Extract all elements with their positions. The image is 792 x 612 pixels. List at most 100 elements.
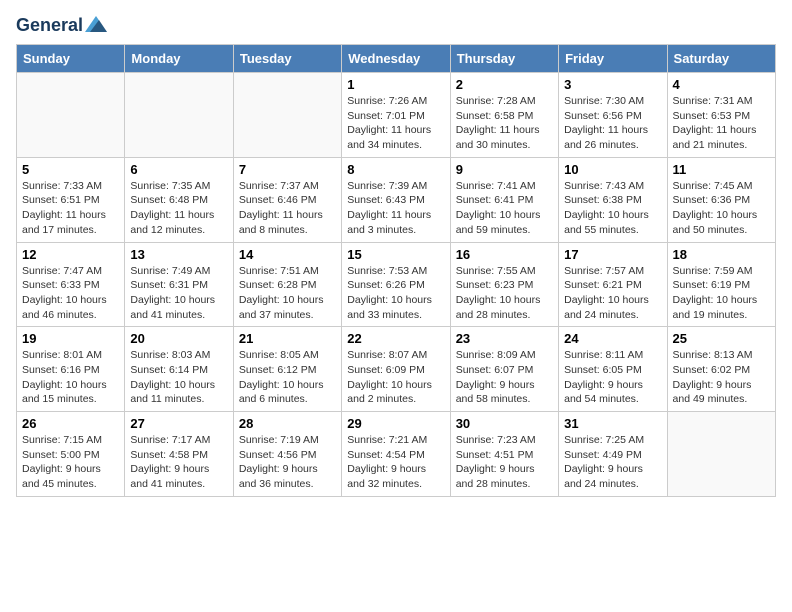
cell-line: Sunset: 4:51 PM	[456, 448, 553, 463]
header-wednesday: Wednesday	[342, 45, 450, 73]
cell-line: Daylight: 10 hours	[130, 378, 227, 393]
calendar-cell: 16Sunrise: 7:55 AMSunset: 6:23 PMDayligh…	[450, 242, 558, 327]
header-monday: Monday	[125, 45, 233, 73]
cell-line: and 46 minutes.	[22, 308, 119, 323]
cell-line: and 26 minutes.	[564, 138, 661, 153]
cell-line: Sunrise: 7:15 AM	[22, 433, 119, 448]
cell-line: Sunrise: 7:43 AM	[564, 179, 661, 194]
cell-content: Sunrise: 8:01 AMSunset: 6:16 PMDaylight:…	[22, 348, 119, 407]
cell-line: Daylight: 9 hours	[564, 378, 661, 393]
cell-line: and 12 minutes.	[130, 223, 227, 238]
day-number: 30	[456, 416, 553, 431]
cell-line: Sunset: 6:02 PM	[673, 363, 770, 378]
cell-line: Sunset: 6:26 PM	[347, 278, 444, 293]
cell-line: Sunset: 6:48 PM	[130, 193, 227, 208]
calendar-cell: 31Sunrise: 7:25 AMSunset: 4:49 PMDayligh…	[559, 412, 667, 497]
logo: General	[16, 16, 107, 36]
cell-content: Sunrise: 7:57 AMSunset: 6:21 PMDaylight:…	[564, 264, 661, 323]
calendar-cell: 12 Sunrise: 7:47 AMSunset: 6:33 PMDayligh…	[17, 242, 125, 327]
day-number: 22	[347, 331, 444, 346]
calendar-cell: 1Sunrise: 7:26 AMSunset: 7:01 PMDaylight…	[342, 73, 450, 158]
cell-line: Daylight: 9 hours	[456, 378, 553, 393]
cell-line: Daylight: 9 hours	[130, 462, 227, 477]
day-number: 5	[22, 162, 119, 177]
cell-content: Sunrise: 7:30 AMSunset: 6:56 PMDaylight:…	[564, 94, 661, 153]
cell-line: Sunset: 6:14 PM	[130, 363, 227, 378]
day-number: 1	[347, 77, 444, 92]
calendar-cell: 19Sunrise: 8:01 AMSunset: 6:16 PMDayligh…	[17, 327, 125, 412]
cell-content: Sunrise: 7:41 AMSunset: 6:41 PMDaylight:…	[456, 179, 553, 238]
cell-line: Sunset: 6:28 PM	[239, 278, 336, 293]
cell-line: Sunrise: 7:25 AM	[564, 433, 661, 448]
calendar-cell	[17, 73, 125, 158]
cell-line: Sunset: 4:54 PM	[347, 448, 444, 463]
day-number: 17	[564, 247, 661, 262]
cell-line: Daylight: 11 hours	[347, 123, 444, 138]
day-number: 6	[130, 162, 227, 177]
day-number: 15	[347, 247, 444, 262]
cell-content: Sunrise: 7:51 AMSunset: 6:28 PMDaylight:…	[239, 264, 336, 323]
cell-line: Daylight: 9 hours	[456, 462, 553, 477]
cell-line: Sunset: 4:58 PM	[130, 448, 227, 463]
calendar-cell: 14Sunrise: 7:51 AMSunset: 6:28 PMDayligh…	[233, 242, 341, 327]
calendar-cell: 30 Sunrise: 7:23 AMSunset: 4:51 PMDayligh…	[450, 412, 558, 497]
cell-line: Sunrise: 7:23 AM	[456, 433, 553, 448]
cell-line: Sunrise: 7:39 AM	[347, 179, 444, 194]
cell-content: Sunrise: 7:37 AMSunset: 6:46 PMDaylight:…	[239, 179, 336, 238]
calendar-cell: 28Sunrise: 7:19 AMSunset: 4:56 PMDayligh…	[233, 412, 341, 497]
day-number: 13	[130, 247, 227, 262]
cell-line: Sunrise: 7:21 AM	[347, 433, 444, 448]
cell-line: and 55 minutes.	[564, 223, 661, 238]
calendar-cell: 13Sunrise: 7:49 AMSunset: 6:31 PMDayligh…	[125, 242, 233, 327]
header-thursday: Thursday	[450, 45, 558, 73]
cell-line: and 37 minutes.	[239, 308, 336, 323]
cell-line: and 28 minutes.	[456, 308, 553, 323]
cell-content: Sunrise: 8:11 AMSunset: 6:05 PMDaylight:…	[564, 348, 661, 407]
day-number: 2	[456, 77, 553, 92]
calendar-week-1: 1Sunrise: 7:26 AMSunset: 7:01 PMDaylight…	[17, 73, 776, 158]
cell-line: Sunrise: 7:35 AM	[130, 179, 227, 194]
cell-line: and 41 minutes.	[130, 477, 227, 492]
cell-content: Sunrise: 7:47 AMSunset: 6:33 PMDaylight:…	[22, 264, 119, 323]
calendar-cell: 3Sunrise: 7:30 AMSunset: 6:56 PMDaylight…	[559, 73, 667, 158]
cell-content: Sunrise: 7:43 AMSunset: 6:38 PMDaylight:…	[564, 179, 661, 238]
day-number: 12	[22, 247, 119, 262]
cell-line: and 45 minutes.	[22, 477, 119, 492]
day-number: 18	[673, 247, 770, 262]
day-number: 27	[130, 416, 227, 431]
cell-content: Sunrise: 7:35 AMSunset: 6:48 PMDaylight:…	[130, 179, 227, 238]
calendar-cell: 22Sunrise: 8:07 AMSunset: 6:09 PMDayligh…	[342, 327, 450, 412]
day-number: 11	[673, 162, 770, 177]
cell-line: Sunrise: 7:59 AM	[673, 264, 770, 279]
header-friday: Friday	[559, 45, 667, 73]
calendar-cell: 21Sunrise: 8:05 AMSunset: 6:12 PMDayligh…	[233, 327, 341, 412]
cell-line: and 6 minutes.	[239, 392, 336, 407]
cell-content: Sunrise: 7:39 AMSunset: 6:43 PMDaylight:…	[347, 179, 444, 238]
calendar-cell: 7Sunrise: 7:37 AMSunset: 6:46 PMDaylight…	[233, 157, 341, 242]
header-saturday: Saturday	[667, 45, 775, 73]
day-number: 23	[456, 331, 553, 346]
cell-line: Sunrise: 7:17 AM	[130, 433, 227, 448]
day-number: 29	[347, 416, 444, 431]
calendar-cell	[233, 73, 341, 158]
cell-line: and 50 minutes.	[673, 223, 770, 238]
cell-line: Sunrise: 7:57 AM	[564, 264, 661, 279]
day-number: 24	[564, 331, 661, 346]
cell-line: Daylight: 11 hours	[673, 123, 770, 138]
cell-line: Sunset: 6:53 PM	[673, 109, 770, 124]
calendar-header-row: SundayMondayTuesdayWednesdayThursdayFrid…	[17, 45, 776, 73]
cell-line: Daylight: 11 hours	[456, 123, 553, 138]
cell-line: Daylight: 10 hours	[347, 378, 444, 393]
cell-line: Sunset: 6:19 PM	[673, 278, 770, 293]
cell-content: Sunrise: 7:31 AMSunset: 6:53 PMDaylight:…	[673, 94, 770, 153]
cell-line: and 19 minutes.	[673, 308, 770, 323]
cell-line: Daylight: 11 hours	[239, 208, 336, 223]
cell-line: and 32 minutes.	[347, 477, 444, 492]
cell-line: and 41 minutes.	[130, 308, 227, 323]
cell-line: Sunset: 6:12 PM	[239, 363, 336, 378]
day-number: 26	[22, 416, 119, 431]
calendar-cell: 4Sunrise: 7:31 AMSunset: 6:53 PMDaylight…	[667, 73, 775, 158]
cell-content: Sunrise: 7:55 AMSunset: 6:23 PMDaylight:…	[456, 264, 553, 323]
cell-line: Sunset: 6:58 PM	[456, 109, 553, 124]
cell-line: Sunrise: 8:05 AM	[239, 348, 336, 363]
